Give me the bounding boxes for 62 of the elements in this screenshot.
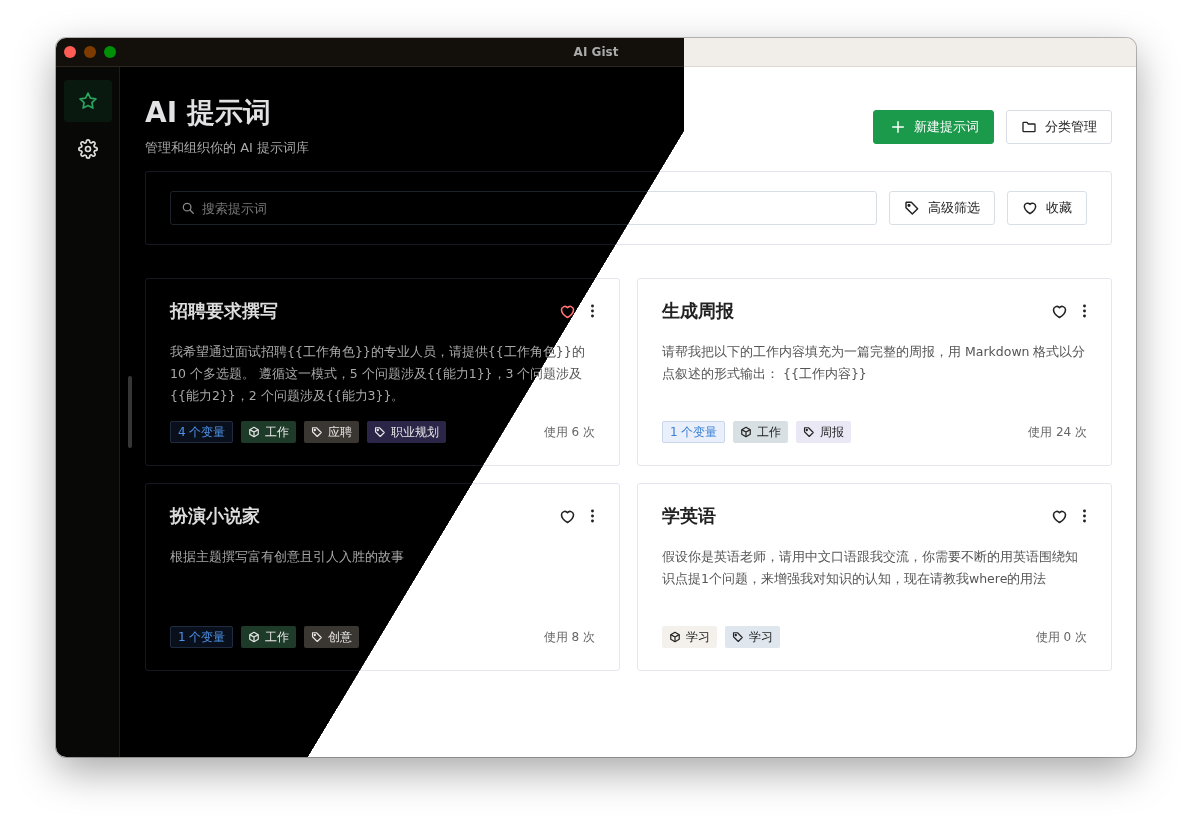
settings-icon <box>77 139 98 159</box>
window-control[interactable] <box>64 46 76 58</box>
page-subtitle: 管理和组织你的 AI 提示词库 <box>145 139 309 157</box>
more-button[interactable] <box>590 303 595 319</box>
folder-icon <box>1021 119 1037 135</box>
prompt-card[interactable]: 生成周报 请帮我把以下的工作内容填充为一篇完整的周报，用 Markdown 格式以分点叙述的形式输出： {{工作内容}} 1 个变量 工作 周报 使用 24 次 <box>637 278 1112 466</box>
category-tag[interactable]: 工作 <box>241 421 297 443</box>
tag-label[interactable]: 应聘 <box>304 421 360 443</box>
plus-icon <box>890 119 906 135</box>
more-icon <box>590 508 595 524</box>
tag-icon <box>732 631 744 643</box>
variable-count: 1 个变量 <box>170 626 234 648</box>
tag-label[interactable]: 职业规划 <box>367 421 447 443</box>
favorites-button[interactable]: 收藏 <box>1007 191 1087 225</box>
variable-count: 4 个变量 <box>170 421 234 443</box>
more-button[interactable] <box>590 508 595 524</box>
category-tag[interactable]: 学习 <box>662 626 717 648</box>
tag-icon <box>311 631 324 643</box>
category-tag[interactable]: 工作 <box>733 421 789 443</box>
tag-label[interactable]: 学习 <box>725 626 780 648</box>
card-title: 学英语 <box>662 504 716 528</box>
new-prompt-button[interactable]: 新建提示词 <box>873 110 994 144</box>
filter-button[interactable]: 高级筛选 <box>889 191 995 225</box>
prompt-card[interactable]: 扮演小说家 根据主题撰写富有创意且引人入胜的故事 1 个变量 工作 创意 使用 8 次 <box>145 483 620 671</box>
tag-icon <box>803 426 816 438</box>
search-field[interactable]: 搜索提示词 <box>170 191 877 225</box>
tag-label[interactable]: 创意 <box>304 626 360 648</box>
cube-icon <box>740 426 753 438</box>
usage-count: 使用 8 次 <box>543 628 595 646</box>
cube-icon <box>248 631 261 643</box>
more-button[interactable] <box>1082 303 1087 319</box>
more-button[interactable] <box>1082 508 1087 524</box>
card-title: 招聘要求撰写 <box>170 299 278 323</box>
window-title: AI Gist <box>573 45 619 59</box>
usage-count: 使用 0 次 <box>1035 628 1087 646</box>
card-title: 生成周报 <box>662 299 734 323</box>
category-tag[interactable]: 工作 <box>241 626 297 648</box>
variable-count: 1 个变量 <box>662 421 726 443</box>
search-icon <box>181 201 195 215</box>
sidebar-item[interactable] <box>63 80 112 122</box>
tag-icon <box>311 426 324 438</box>
window-control[interactable] <box>104 46 116 58</box>
card-description: 请帮我把以下的工作内容填充为一篇完整的周报，用 Markdown 格式以分点叙述的形式输出： {{工作内容}} <box>662 343 1087 383</box>
category-button[interactable]: 分类管理 <box>1006 110 1112 144</box>
more-icon <box>1082 508 1087 524</box>
page-title: AI 提示词 <box>145 95 272 131</box>
tag-label[interactable]: 周报 <box>796 421 852 443</box>
more-icon <box>590 303 595 319</box>
cube-icon <box>669 631 681 643</box>
card-title: 扮演小说家 <box>170 504 260 528</box>
cube-icon <box>248 426 261 438</box>
more-icon <box>1082 303 1087 319</box>
card-description: 假设你是英语老师，请用中文口语跟我交流，你需要不断的用英语围绕知识点提1个问题，来增强我对知识的认知，现在请教我where的用法 <box>662 548 1079 588</box>
heart-icon <box>1022 200 1038 216</box>
tag-icon <box>374 426 387 438</box>
tag-icon <box>904 200 920 216</box>
usage-count: 使用 24 次 <box>1028 423 1087 441</box>
card-description: 根据主题撰写富有创意且引人入胜的故事 <box>170 548 405 566</box>
scrollbar[interactable] <box>128 376 132 448</box>
star-icon <box>77 91 98 111</box>
prompt-card[interactable]: 学英语 假设你是英语老师，请用中文口语跟我交流，你需要不断的用英语围绕知识点提1个问题，来增强我对知识的认知，现在请教我where的用法 学习 学习 使用 0 次 <box>637 483 1112 671</box>
usage-count: 使用 6 次 <box>543 423 595 441</box>
